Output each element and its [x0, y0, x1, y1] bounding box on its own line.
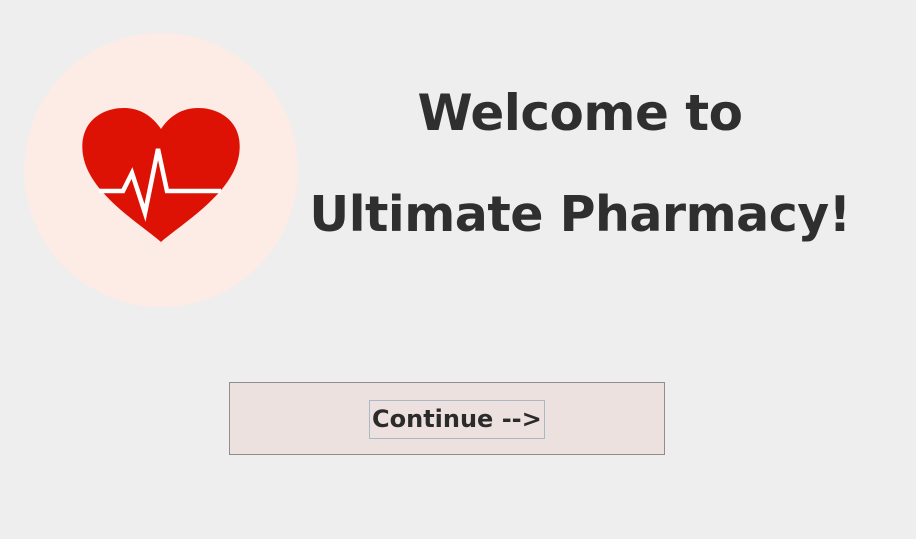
welcome-title-line-1: Welcome to — [417, 84, 743, 142]
welcome-title-line-2: Ultimate Pharmacy! — [309, 186, 851, 243]
welcome-screen: Welcome to Ultimate Pharmacy! Continue -… — [0, 0, 916, 539]
heart-pulse-icon — [82, 108, 240, 242]
continue-button-label: Continue --> — [369, 400, 545, 439]
continue-button[interactable]: Continue --> — [229, 382, 665, 455]
